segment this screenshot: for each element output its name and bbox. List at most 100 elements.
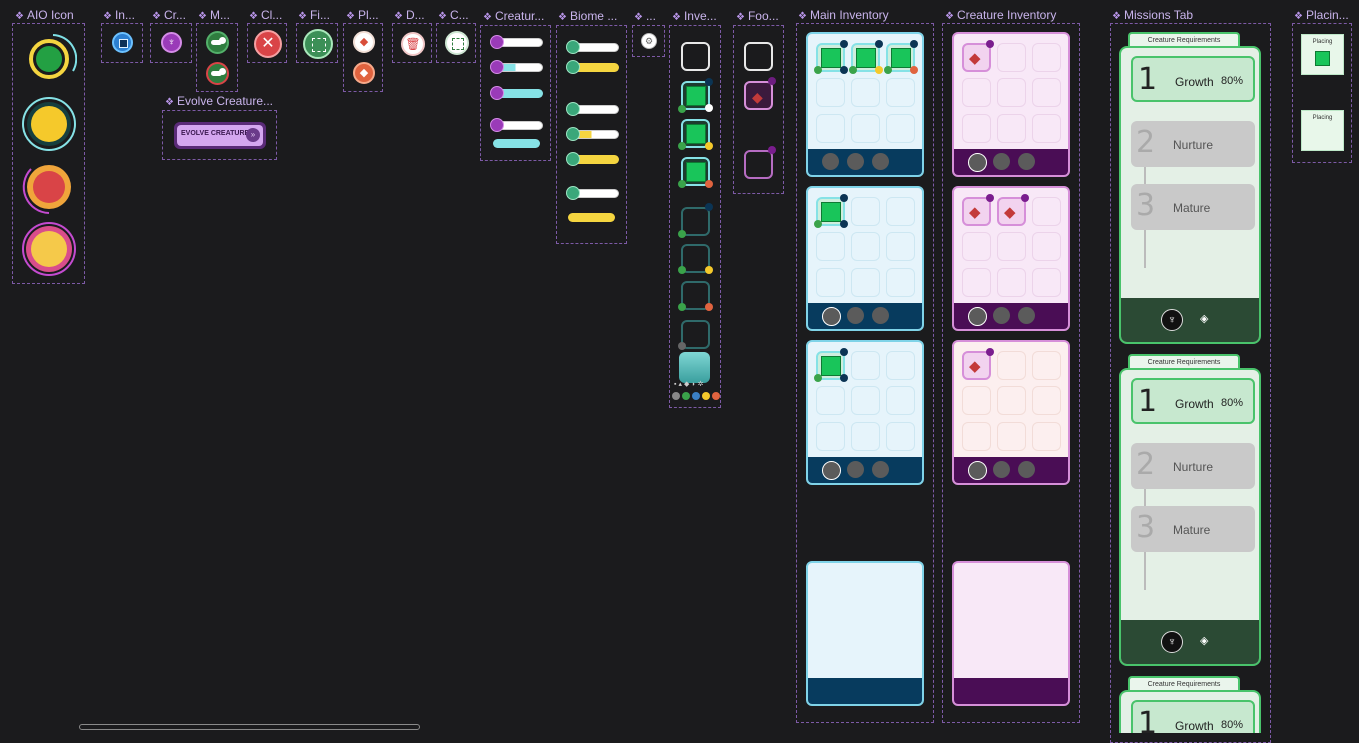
food-slot-empty[interactable] <box>1032 78 1061 107</box>
food-slot-empty[interactable] <box>997 114 1026 143</box>
food-slot-empty[interactable] <box>997 268 1026 297</box>
tab-dot[interactable] <box>822 153 839 170</box>
tab-dot[interactable] <box>1018 153 1035 170</box>
inventory-slot-empty[interactable] <box>816 114 845 143</box>
tab-dot-active[interactable] <box>968 307 987 326</box>
inventory-slot-empty[interactable] <box>886 386 915 415</box>
inventory-slot-empty[interactable] <box>886 268 915 297</box>
toggle-off-icon[interactable] <box>206 62 229 85</box>
tab-dot[interactable] <box>847 307 864 324</box>
creature-icon[interactable]: ♆ <box>1161 631 1183 653</box>
inventory-slot-empty[interactable] <box>851 386 880 415</box>
food-slot-empty[interactable] <box>997 78 1026 107</box>
food-slot-empty[interactable] <box>997 422 1026 451</box>
food-slot-empty[interactable] <box>744 42 773 71</box>
horizontal-scrollbar[interactable] <box>79 724 420 730</box>
food-slot-filled[interactable]: ◆ <box>997 197 1026 226</box>
placing-card-2[interactable]: Placing <box>1301 110 1344 151</box>
layers-icon[interactable]: ◈ <box>1200 634 1208 647</box>
inventory-slot-empty[interactable] <box>886 232 915 261</box>
creature-icon[interactable]: ♆ <box>161 32 182 53</box>
food-slot-empty[interactable] <box>962 114 991 143</box>
food-slot-empty[interactable] <box>1032 386 1061 415</box>
tab-dot[interactable] <box>1018 461 1035 478</box>
food-slot-empty[interactable] <box>997 386 1026 415</box>
tab-dot[interactable] <box>847 153 864 170</box>
mission-step-mature[interactable]: 3 Mature <box>1131 184 1255 230</box>
inventory-slot-empty[interactable] <box>851 351 880 380</box>
food-slot-filled[interactable]: ◆ <box>962 351 991 380</box>
food-slot-empty[interactable] <box>1032 232 1061 261</box>
fill-select-icon[interactable] <box>303 29 333 59</box>
food-slot-empty[interactable] <box>962 386 991 415</box>
inventory-slot-empty[interactable] <box>851 197 880 226</box>
food-slot-empty[interactable] <box>1032 268 1061 297</box>
inventory-slot-empty[interactable] <box>816 78 845 107</box>
tab-dot-active[interactable] <box>968 153 987 172</box>
inventory-slot-empty[interactable] <box>681 42 710 71</box>
inventory-slot-empty[interactable] <box>886 114 915 143</box>
tab-dot[interactable] <box>993 307 1010 324</box>
food-slots-frame: ◆ <box>733 25 784 194</box>
inventory-slot-empty[interactable] <box>816 232 845 261</box>
food-slot-empty[interactable] <box>962 422 991 451</box>
toggle-on-icon[interactable] <box>206 31 229 54</box>
meat-icon[interactable]: ◆ <box>353 31 375 53</box>
food-slot-empty[interactable] <box>997 351 1026 380</box>
settings-icon[interactable]: ⚙ <box>641 33 657 49</box>
mission-step-mature[interactable]: 3 Mature <box>1131 506 1255 552</box>
tab-dot[interactable] <box>993 461 1010 478</box>
food-slot-empty[interactable] <box>1032 351 1061 380</box>
tab-dot-active[interactable] <box>968 461 987 480</box>
food-slot-empty[interactable] <box>1032 114 1061 143</box>
food-slot-filled[interactable]: ◆ <box>962 43 991 72</box>
inventory-slot-empty[interactable] <box>851 268 880 297</box>
tab-dot[interactable] <box>872 461 889 478</box>
close-icon[interactable]: ✕ <box>254 30 282 58</box>
food-slot-filled[interactable]: ◆ <box>744 81 773 110</box>
tab-dot[interactable] <box>872 153 889 170</box>
food-slot-empty[interactable] <box>1032 422 1061 451</box>
inventory-slot-empty[interactable] <box>886 197 915 226</box>
inventory-slot-empty[interactable] <box>816 268 845 297</box>
inventory-slot-empty[interactable] <box>816 422 845 451</box>
save-icon[interactable] <box>112 32 133 53</box>
trash-icon[interactable]: 🗑 <box>401 32 425 56</box>
tab-dot-active[interactable] <box>822 307 841 326</box>
tab-dot[interactable] <box>872 307 889 324</box>
inventory-slot-empty[interactable] <box>816 386 845 415</box>
mission-step-nurture[interactable]: 2 Nurture <box>1131 443 1255 489</box>
tab-dot[interactable] <box>993 153 1010 170</box>
status-dot <box>840 374 848 382</box>
layers-icon[interactable]: ◈ <box>1200 312 1208 325</box>
inventory-slot-empty[interactable] <box>851 422 880 451</box>
tab-dot[interactable] <box>847 461 864 478</box>
food-slot-filled[interactable]: ◆ <box>962 197 991 226</box>
food-slot-dim[interactable] <box>744 150 773 179</box>
inventory-slot-empty[interactable] <box>886 78 915 107</box>
food-slot-empty[interactable] <box>997 232 1026 261</box>
mission-step-nurture[interactable]: 2 Nurture <box>1131 121 1255 167</box>
creature-icon[interactable]: ♆ <box>1161 309 1183 331</box>
food-slot-empty[interactable] <box>1032 43 1061 72</box>
inventory-slot-empty[interactable] <box>851 78 880 107</box>
inventory-slot-highlight[interactable] <box>679 352 710 383</box>
meat-active-icon[interactable]: ◆ <box>353 62 375 84</box>
inventory-slot-empty[interactable] <box>851 232 880 261</box>
tab-dot[interactable] <box>1018 307 1035 324</box>
food-slot-empty[interactable] <box>997 43 1026 72</box>
evolve-creature-button[interactable]: EVOLVE CREATURE » <box>174 122 266 149</box>
tab-dot-active[interactable] <box>822 461 841 480</box>
confirm-select-icon[interactable] <box>445 31 469 55</box>
inventory-slot-empty[interactable] <box>851 114 880 143</box>
mission-step-growth[interactable]: 1 Growth 80% <box>1131 700 1255 733</box>
inventory-slot-empty[interactable] <box>886 351 915 380</box>
food-slot-empty[interactable] <box>962 232 991 261</box>
placing-card-1[interactable]: Placing <box>1301 34 1344 75</box>
food-slot-empty[interactable] <box>962 268 991 297</box>
food-slot-empty[interactable] <box>962 78 991 107</box>
mission-step-growth[interactable]: 1 Growth 80% <box>1131 56 1255 102</box>
inventory-slot-empty[interactable] <box>886 422 915 451</box>
food-slot-empty[interactable] <box>1032 197 1061 226</box>
mission-step-growth[interactable]: 1 Growth 80% <box>1131 378 1255 424</box>
